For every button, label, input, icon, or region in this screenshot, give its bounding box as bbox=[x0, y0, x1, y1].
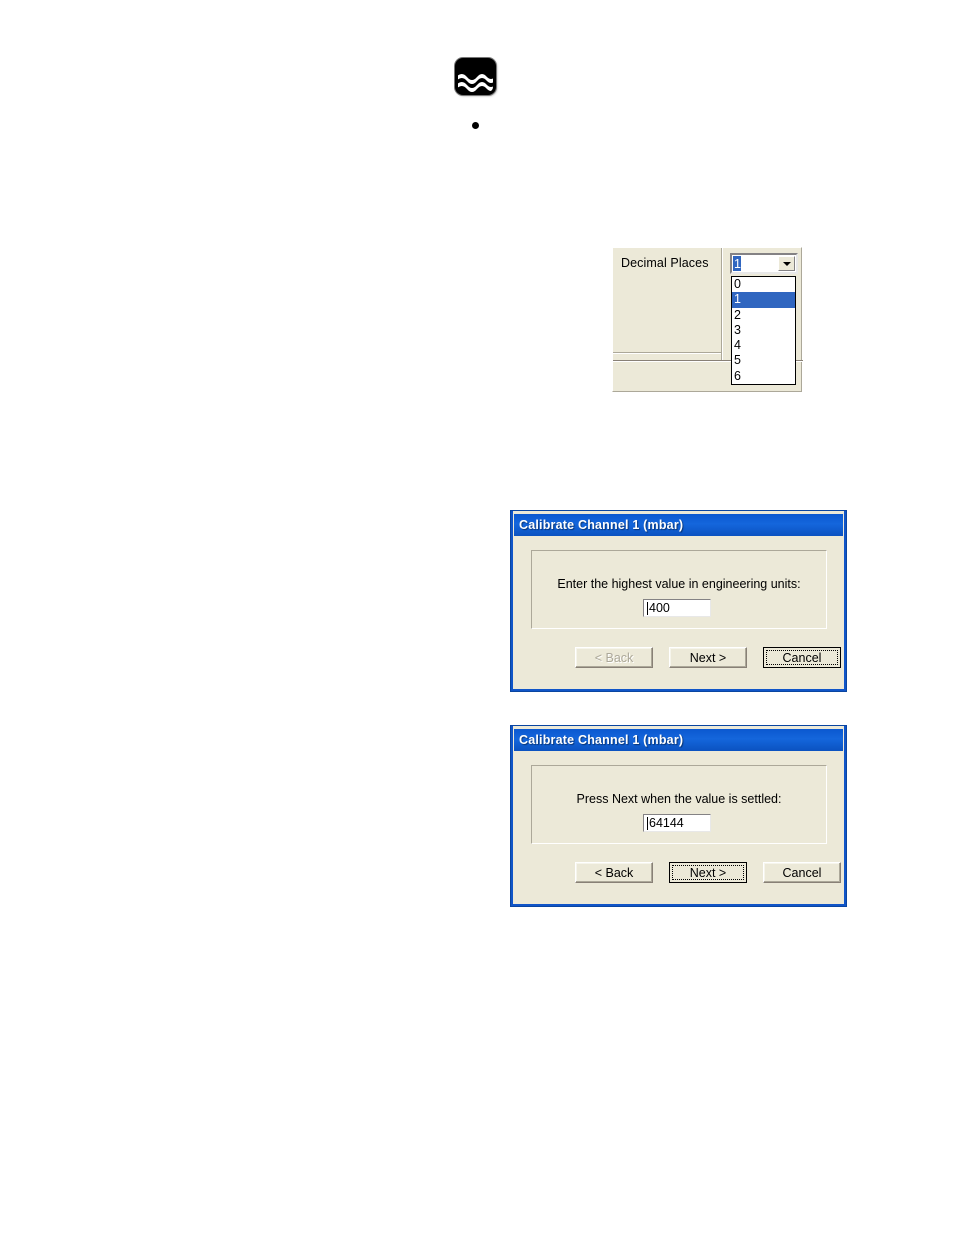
decimal-places-combobox-value: 1 bbox=[733, 256, 741, 271]
dropdown-option[interactable]: 6 bbox=[732, 369, 795, 384]
decimal-places-dropdown-button[interactable] bbox=[778, 256, 795, 271]
back-button[interactable]: < Back bbox=[575, 862, 653, 883]
highest-value-input-text: 400 bbox=[649, 601, 670, 615]
back-button[interactable]: < Back bbox=[575, 647, 653, 668]
settled-value-input[interactable]: 64144 bbox=[643, 814, 711, 832]
settled-value-input-text: 64144 bbox=[649, 816, 684, 830]
dialog-title: Calibrate Channel 1 (mbar) bbox=[519, 733, 684, 747]
decimal-places-label: Decimal Places bbox=[621, 256, 709, 270]
dropdown-option-selected[interactable]: 1 bbox=[732, 292, 795, 308]
bullet-dot-icon bbox=[472, 122, 479, 129]
dialog-prompt-text: Press Next when the value is settled: bbox=[576, 792, 782, 806]
decimal-places-panel-figure: Decimal Places 1 0 1 2 3 4 5 6 bbox=[612, 247, 803, 392]
dialog-title: Calibrate Channel 1 (mbar) bbox=[519, 518, 684, 532]
cancel-button[interactable]: Cancel bbox=[763, 647, 841, 668]
decimal-places-dropdown-list[interactable]: 0 1 2 3 4 5 6 bbox=[731, 276, 796, 386]
decimal-places-combobox[interactable]: 1 bbox=[730, 253, 798, 274]
dialog-titlebar[interactable]: Calibrate Channel 1 (mbar) bbox=[514, 729, 843, 751]
dialog-prompt-text: Enter the highest value in engineering u… bbox=[557, 577, 801, 591]
back-button-label: < Back bbox=[594, 650, 634, 665]
calibrate-channel-dialog-value-settled: Calibrate Channel 1 (mbar) Press Next wh… bbox=[510, 725, 847, 907]
dialog-body: Enter the highest value in engineering u… bbox=[514, 536, 843, 688]
calibrate-channel-dialog-highest-value: Calibrate Channel 1 (mbar) Enter the hig… bbox=[510, 510, 847, 692]
dropdown-option[interactable]: 5 bbox=[732, 353, 795, 368]
cancel-button[interactable]: Cancel bbox=[763, 862, 841, 883]
chevron-down-icon bbox=[782, 261, 791, 266]
decimal-places-panel: Decimal Places 1 0 1 2 3 4 5 6 bbox=[612, 247, 803, 392]
back-button-label: < Back bbox=[594, 865, 634, 880]
dropdown-option[interactable]: 4 bbox=[732, 338, 795, 353]
next-button-label: Next > bbox=[689, 650, 727, 665]
decimal-places-combobox-fill bbox=[741, 255, 777, 272]
wave-lines-glyph bbox=[458, 74, 493, 92]
water-waves-icon bbox=[455, 58, 496, 95]
dropdown-option[interactable]: 3 bbox=[732, 323, 795, 338]
water-waves-icon-inner bbox=[458, 61, 493, 92]
dropdown-option[interactable]: 0 bbox=[732, 277, 795, 292]
panel-horizontal-divider bbox=[613, 352, 721, 354]
wave-icon-figure bbox=[455, 58, 496, 95]
cancel-button-label: Cancel bbox=[782, 865, 822, 880]
cancel-button-label: Cancel bbox=[782, 650, 822, 665]
bullet-marker bbox=[472, 122, 479, 129]
highest-value-input[interactable]: 400 bbox=[643, 599, 711, 617]
text-caret bbox=[647, 601, 648, 615]
dialog-body: Press Next when the value is settled: 64… bbox=[514, 751, 843, 903]
dialog-titlebar[interactable]: Calibrate Channel 1 (mbar) bbox=[514, 514, 843, 536]
dialog-groupbox: Enter the highest value in engineering u… bbox=[531, 550, 827, 629]
text-caret bbox=[647, 816, 648, 830]
next-button[interactable]: Next > bbox=[669, 647, 747, 668]
next-button[interactable]: Next > bbox=[669, 862, 747, 883]
dialog-groupbox: Press Next when the value is settled: 64… bbox=[531, 765, 827, 844]
panel-vertical-divider bbox=[721, 248, 723, 360]
next-button-label: Next > bbox=[689, 865, 727, 880]
dropdown-option[interactable]: 2 bbox=[732, 308, 795, 323]
